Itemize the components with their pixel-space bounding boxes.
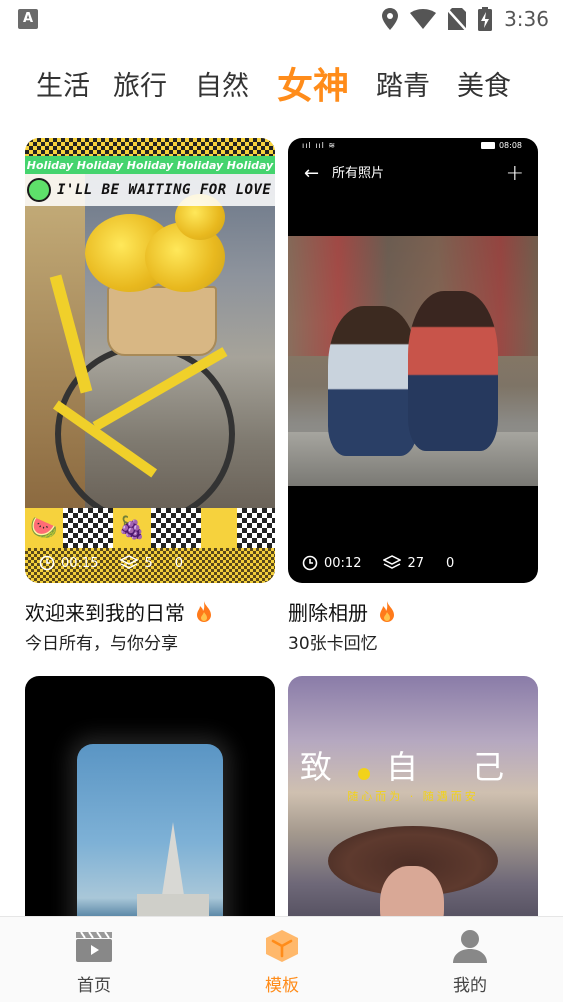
tab-travel[interactable]: 旅行 (113, 64, 167, 103)
wifi-icon (410, 9, 437, 29)
holiday-strip: Holiday Holiday Holiday Holiday Holiday (25, 156, 275, 174)
no-sim-icon (448, 8, 467, 30)
clock: 3:36 (504, 7, 549, 31)
bottom-nav: 首页 模板 我的 (0, 916, 563, 1002)
tab-life[interactable]: 生活 (36, 64, 90, 103)
duration: 00:15 (61, 555, 99, 571)
nav-profile[interactable]: 我的 (400, 917, 540, 1002)
duration: 00:12 (324, 555, 362, 571)
love-banner: I'LL BE WAITING FOR LOVE (25, 174, 275, 206)
plus-icon: + (505, 161, 524, 186)
battery-charging-icon (478, 7, 493, 31)
card-meta: 00:12 27 0 (302, 555, 454, 571)
fire-icon (380, 600, 394, 622)
template-card-delete-album[interactable]: ııl ııl ≋ 08:08 ← 所有照片 + 00:12 27 0 (288, 138, 538, 583)
basket (107, 286, 217, 356)
nav-home[interactable]: 首页 (24, 917, 164, 1002)
checker-strip (25, 138, 275, 156)
clapperboard-icon (76, 931, 112, 962)
layers-icon (120, 555, 139, 569)
template-card-daily[interactable]: Holiday Holiday Holiday Holiday Holiday … (25, 138, 275, 583)
template-hexagon-icon (266, 930, 298, 962)
clock-icon (302, 555, 318, 571)
church-spire (161, 822, 185, 902)
status-icons: 3:36 (382, 6, 549, 32)
smiley-icon (27, 178, 51, 202)
fire-icon (197, 600, 211, 622)
watermelon-icon: 🍉 (25, 508, 63, 548)
card-subtitle: 今日所有，与你分享 (25, 634, 178, 654)
clock-icon (39, 555, 55, 571)
inner-status-bar: ııl ııl ≋ 08:08 (302, 141, 522, 150)
grapes-icon: 🍇 (113, 508, 151, 548)
status-bar: A 3:36 (0, 0, 563, 38)
layer-count: 5 (144, 555, 153, 571)
back-arrow-icon: ← (304, 163, 320, 184)
overlay-subtitle: 随心而为 · 随遇而安 (347, 790, 479, 803)
use-count: 0 (174, 555, 184, 571)
tab-food[interactable]: 美食 (457, 64, 511, 103)
location-icon (382, 8, 399, 30)
layers-icon (383, 555, 402, 569)
app-badge-icon: A (18, 9, 38, 29)
tab-nature[interactable]: 自然 (195, 64, 249, 103)
template-card-window[interactable] (25, 676, 275, 936)
overlay-title: 致 自 己 (299, 748, 527, 786)
category-tabs: 生活 旅行 自然 女神 踏青 美食 (0, 56, 563, 110)
bicycle-photo (25, 174, 275, 524)
tab-outing[interactable]: 踏青 (376, 64, 430, 103)
inner-nav-bar: ← 所有照片 + (288, 162, 538, 186)
inner-nav-title: 所有照片 (332, 166, 385, 181)
card-subtitle: 30张卡回忆 (288, 634, 378, 654)
nav-templates[interactable]: 模板 (212, 917, 352, 1002)
tab-goddess[interactable]: 女神 (277, 57, 349, 109)
template-card-to-myself[interactable]: 致 自 己 随心而为 · 随遇而安 (288, 676, 538, 936)
sticker-strip: 🍉 🍇 (25, 508, 275, 548)
use-count: 0 (446, 555, 455, 571)
card-title: 删除相册 (288, 597, 396, 626)
card-meta: 00:15 5 0 (39, 555, 183, 571)
profile-icon (453, 930, 487, 963)
window-photo (77, 744, 223, 936)
friends-photo (288, 236, 538, 486)
card-title: 欢迎来到我的日常 (25, 597, 213, 626)
layer-count: 27 (407, 555, 425, 571)
